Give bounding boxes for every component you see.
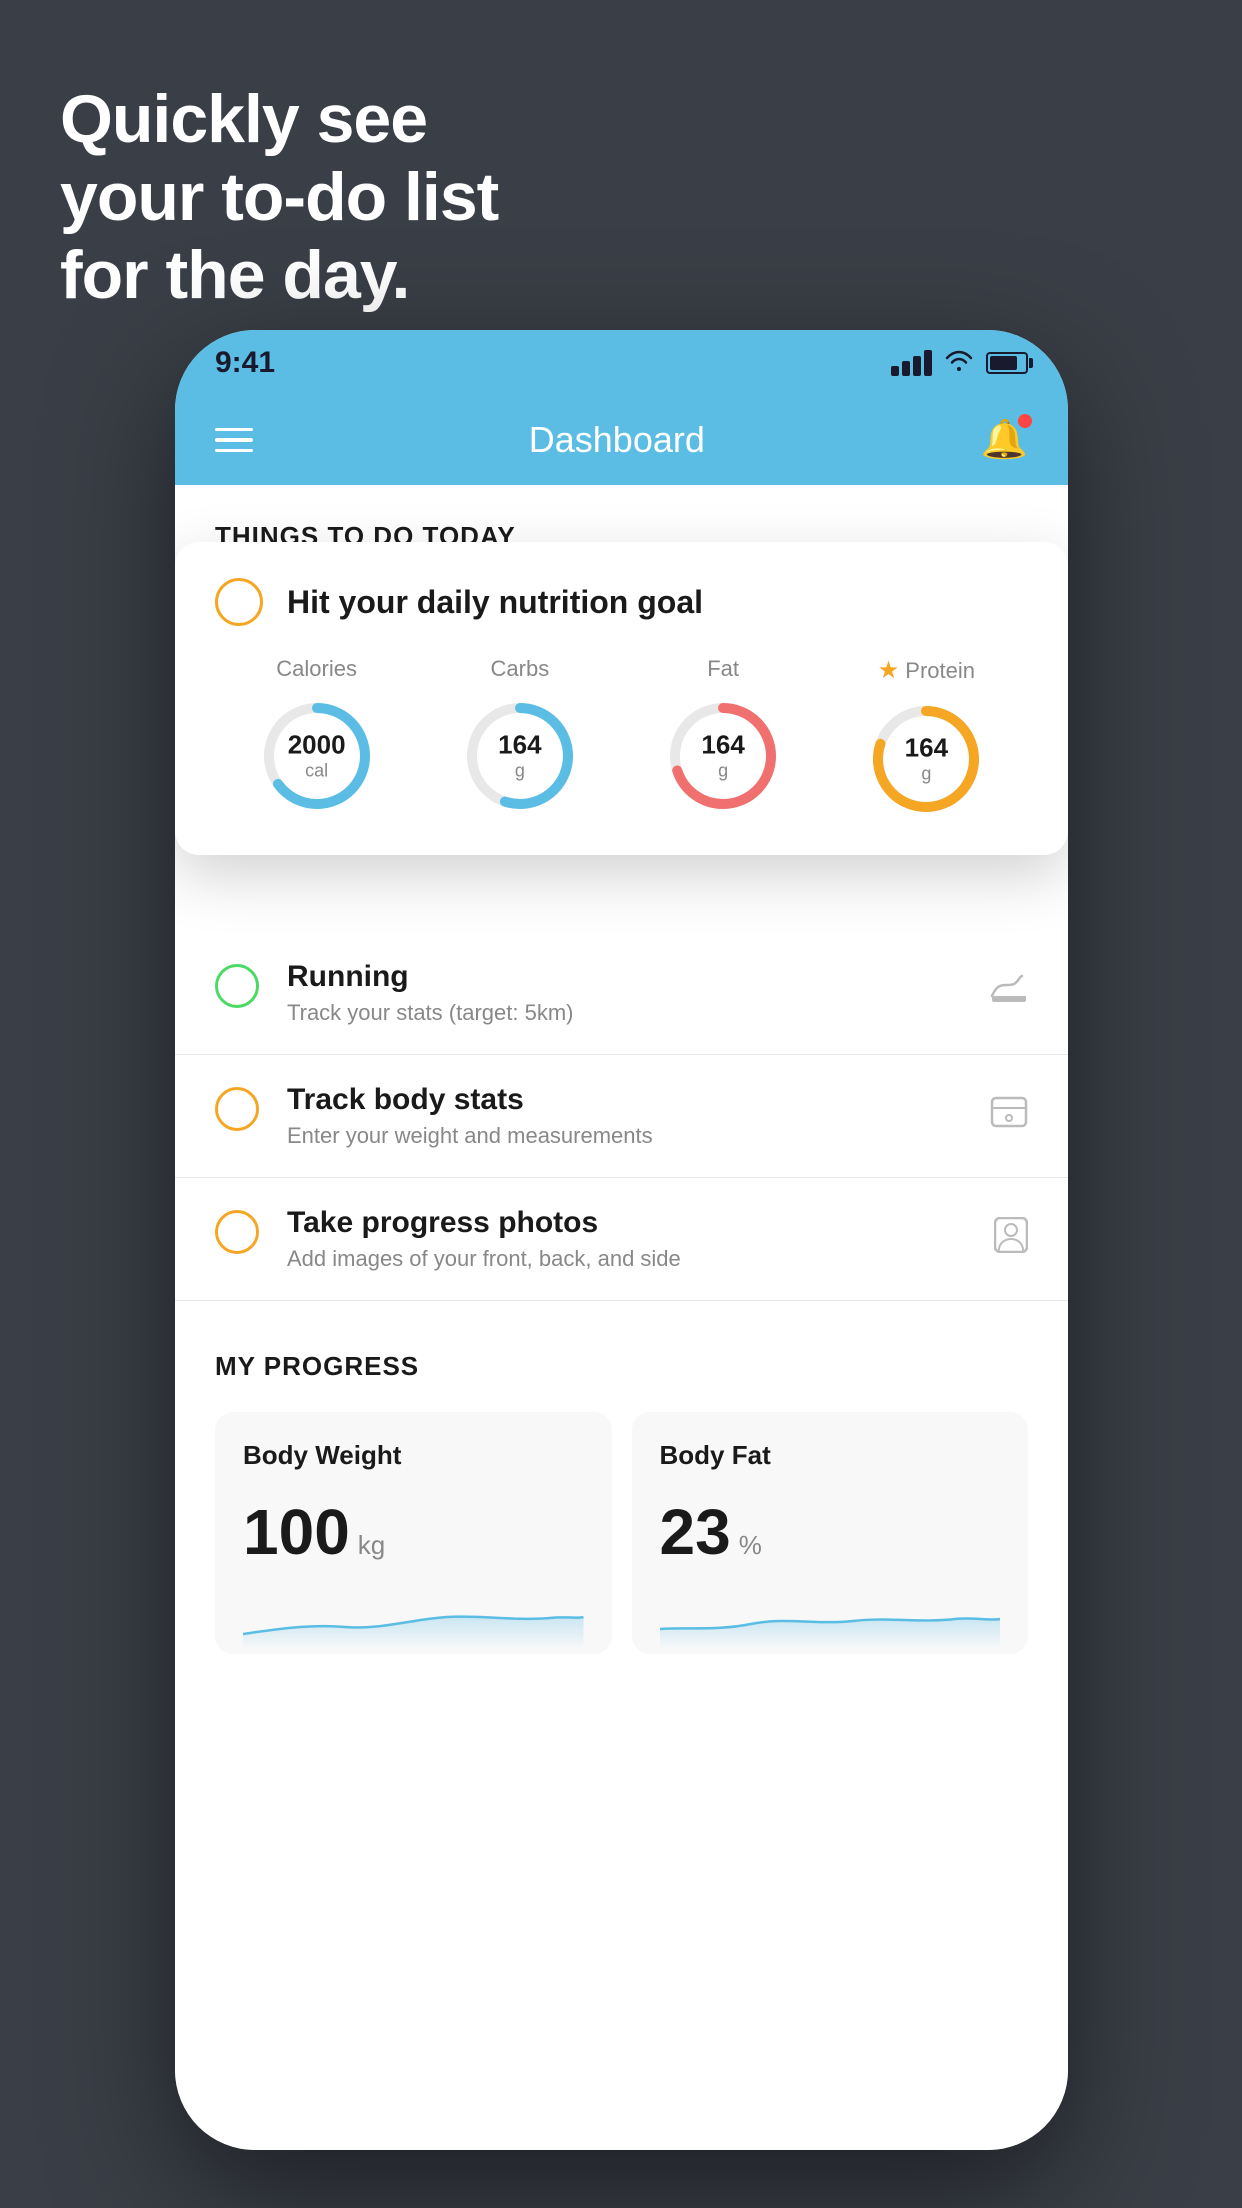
phone-shell: 9:41 Dashboard 🔔 (175, 330, 1068, 2150)
body-fat-unit: % (739, 1530, 762, 1561)
calories-value: 2000 (288, 730, 346, 761)
status-icons (891, 347, 1028, 378)
photos-subtitle: Add images of your front, back, and side (287, 1246, 966, 1272)
headline: Quickly see your to-do list for the day. (60, 80, 498, 315)
body-weight-value: 100 (243, 1495, 350, 1569)
wifi-icon (944, 347, 974, 378)
todo-photos-text: Take progress photos Add images of your … (287, 1206, 966, 1272)
notification-dot (1018, 414, 1032, 428)
calories-donut: 2000 cal (257, 696, 377, 816)
headline-line3: for the day. (60, 236, 498, 314)
nutrition-card-title: Hit your daily nutrition goal (287, 584, 703, 621)
fat-item: Fat 164 g (663, 656, 783, 816)
calories-item: Calories 2000 cal (257, 656, 377, 816)
calories-unit: cal (288, 761, 346, 783)
carbs-label: Carbs (491, 656, 550, 682)
running-subtitle: Track your stats (target: 5km) (287, 1000, 962, 1026)
status-bar: 9:41 (175, 330, 1068, 395)
person-icon (994, 1217, 1028, 1262)
menu-icon[interactable] (215, 428, 253, 453)
body-weight-chart (243, 1589, 584, 1649)
content-area: THINGS TO DO TODAY Hit your daily nutrit… (175, 485, 1068, 2150)
photos-title: Take progress photos (287, 1206, 966, 1240)
body-weight-title: Body Weight (243, 1440, 584, 1471)
fat-donut: 164 g (663, 696, 783, 816)
status-time: 9:41 (215, 346, 275, 380)
body-stats-subtitle: Enter your weight and measurements (287, 1123, 962, 1149)
carbs-value: 164 (498, 730, 541, 761)
body-fat-title: Body Fat (660, 1440, 1001, 1471)
fat-label: Fat (707, 656, 739, 682)
carbs-donut: 164 g (460, 696, 580, 816)
body-fat-card: Body Fat 23 % (632, 1412, 1029, 1654)
protein-donut: 164 g (866, 699, 986, 819)
running-check-circle[interactable] (215, 964, 259, 1008)
fat-value: 164 (701, 730, 744, 761)
progress-header: MY PROGRESS (215, 1351, 1028, 1382)
body-stats-check-circle[interactable] (215, 1087, 259, 1131)
carbs-unit: g (498, 761, 541, 783)
progress-section: MY PROGRESS Body Weight 100 kg (175, 1301, 1068, 1684)
todo-progress-photos[interactable]: Take progress photos Add images of your … (175, 1178, 1068, 1301)
star-icon: ★ (878, 656, 900, 685)
protein-value: 164 (905, 733, 948, 764)
protein-unit: g (905, 764, 948, 786)
nav-bar: Dashboard 🔔 (175, 395, 1068, 485)
todo-running-text: Running Track your stats (target: 5km) (287, 960, 962, 1026)
body-weight-unit: kg (358, 1530, 385, 1561)
running-shoe-icon (990, 974, 1028, 1013)
carbs-item: Carbs 164 g (460, 656, 580, 816)
running-title: Running (287, 960, 962, 994)
photos-check-circle[interactable] (215, 1210, 259, 1254)
fat-unit: g (701, 761, 744, 783)
battery-icon (986, 352, 1028, 374)
signal-icon (891, 350, 932, 376)
todo-body-stats[interactable]: Track body stats Enter your weight and m… (175, 1055, 1068, 1178)
nutrition-card: Hit your daily nutrition goal Calories (175, 542, 1068, 855)
todo-body-stats-text: Track body stats Enter your weight and m… (287, 1083, 962, 1149)
calories-label: Calories (276, 656, 357, 682)
scale-icon (990, 1096, 1028, 1137)
body-fat-value: 23 (660, 1495, 731, 1569)
notification-bell-icon[interactable]: 🔔 (981, 418, 1028, 462)
protein-item: ★ Protein 164 g (866, 656, 986, 819)
body-fat-chart (660, 1589, 1001, 1649)
nutrition-check-circle[interactable] (215, 578, 263, 626)
progress-cards: Body Weight 100 kg (215, 1412, 1028, 1654)
protein-label: ★ Protein (878, 656, 975, 685)
body-weight-card: Body Weight 100 kg (215, 1412, 612, 1654)
nav-title: Dashboard (529, 419, 705, 461)
todo-running[interactable]: Running Track your stats (target: 5km) (175, 932, 1068, 1055)
nutrition-grid: Calories 2000 cal (215, 656, 1028, 819)
headline-line2: your to-do list (60, 158, 498, 236)
body-stats-title: Track body stats (287, 1083, 962, 1117)
headline-line1: Quickly see (60, 80, 498, 158)
